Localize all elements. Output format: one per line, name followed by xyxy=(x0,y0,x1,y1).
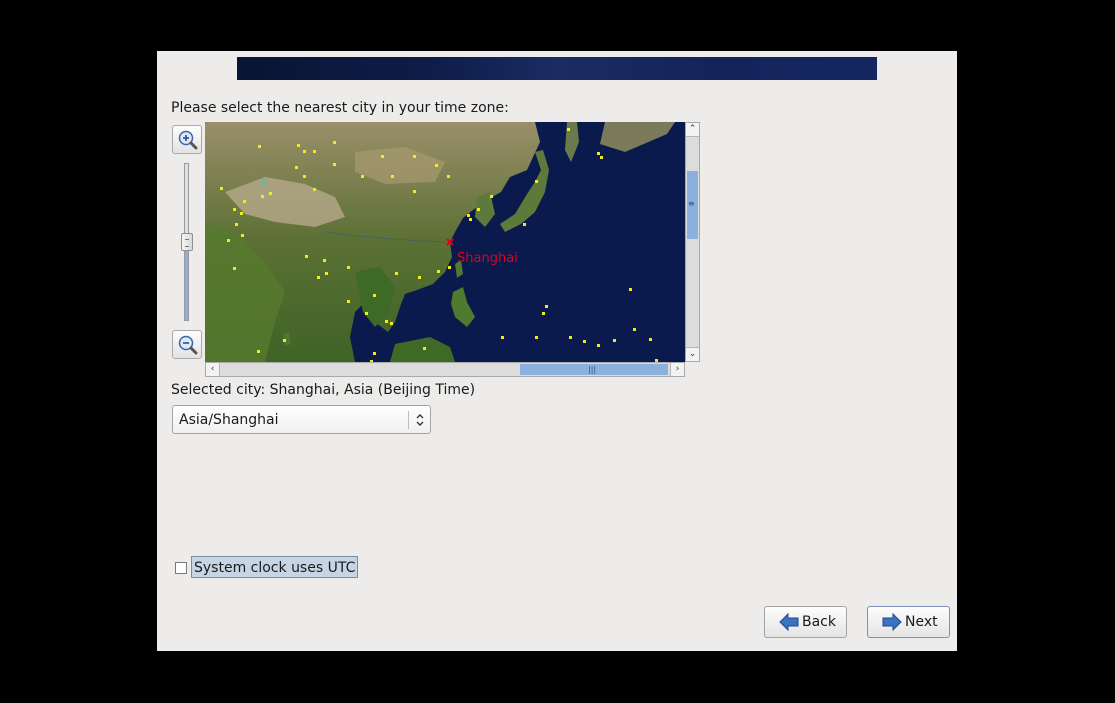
scroll-down-arrow-icon[interactable]: ⌄ xyxy=(686,347,699,361)
zoom-slider-fill xyxy=(185,240,188,320)
next-button-label: Next xyxy=(905,614,938,630)
header-banner xyxy=(237,57,877,80)
select-separator xyxy=(408,411,409,429)
utc-checkbox[interactable] xyxy=(175,562,187,574)
scroll-left-arrow-icon[interactable]: ‹ xyxy=(206,363,220,376)
zoom-out-button[interactable] xyxy=(172,330,202,359)
map-vertical-scrollbar[interactable]: ⌃ ≡ ⌄ xyxy=(685,122,700,362)
zoom-out-icon xyxy=(178,335,198,355)
back-arrow-icon xyxy=(779,613,799,631)
scroll-up-arrow-icon[interactable]: ⌃ xyxy=(686,123,699,137)
zoom-in-icon xyxy=(178,130,198,150)
next-button[interactable]: Next xyxy=(867,606,950,638)
timezone-prompt: Please select the nearest city in your t… xyxy=(171,100,509,116)
back-button-label: Back xyxy=(802,614,836,630)
selected-city-text: Selected city: Shanghai, Asia (Beijing T… xyxy=(171,382,476,398)
timezone-select-value: Asia/Shanghai xyxy=(179,412,279,428)
timezone-select[interactable]: Asia/Shanghai xyxy=(172,405,431,434)
horizontal-scroll-thumb[interactable]: ||| xyxy=(520,364,668,375)
zoom-in-button[interactable] xyxy=(172,125,202,154)
next-arrow-icon xyxy=(882,613,902,631)
map-horizontal-scrollbar[interactable]: ‹ ||| › xyxy=(205,362,685,377)
selected-city-map-label: Shanghai xyxy=(457,251,518,266)
vertical-scroll-thumb[interactable]: ≡ xyxy=(687,171,698,239)
zoom-slider-handle[interactable] xyxy=(181,233,193,251)
world-map-image: Shanghai xyxy=(205,122,685,362)
utc-checkbox-label[interactable]: System clock uses UTC xyxy=(191,556,359,578)
updown-chevron-icon xyxy=(416,414,424,426)
back-button[interactable]: Back xyxy=(764,606,847,638)
scroll-right-arrow-icon[interactable]: › xyxy=(670,363,684,376)
installer-window: Please select the nearest city in your t… xyxy=(157,51,957,651)
timezone-map[interactable]: Shanghai xyxy=(205,122,685,362)
